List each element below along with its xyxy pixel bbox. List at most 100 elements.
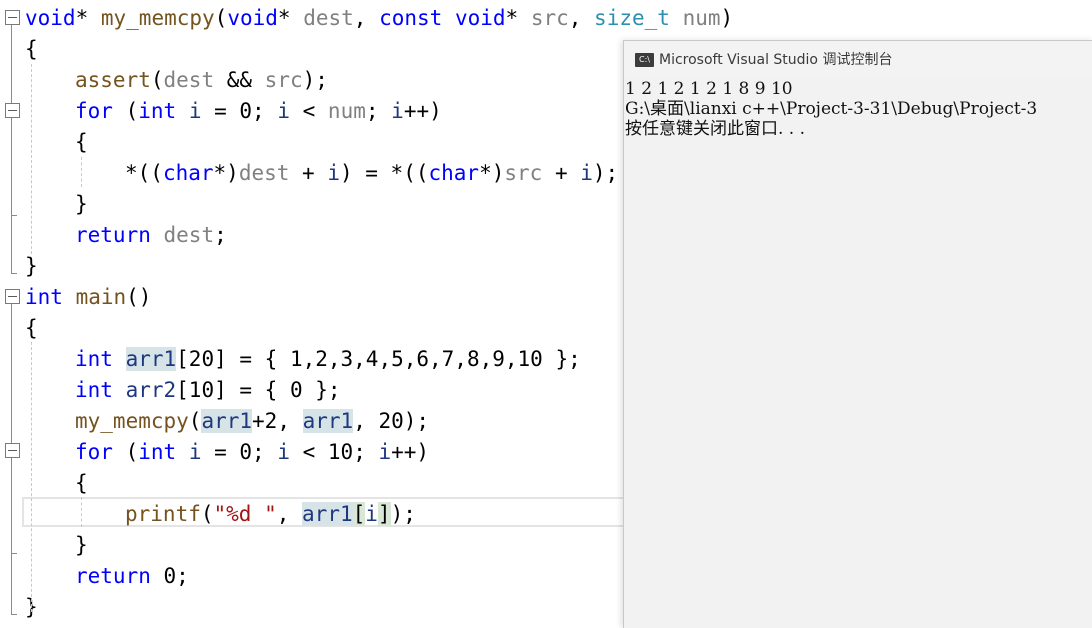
code-text: for (int i = 0; i < num; i++): [75, 96, 442, 127]
code-token: );: [302, 68, 328, 92]
console-output-line: 1 2 1 2 1 2 1 8 9 10: [625, 79, 793, 99]
code-token: (: [125, 440, 139, 464]
code-token: dest: [163, 223, 215, 247]
code-token: void: [25, 6, 76, 30]
code-token: arr1: [125, 347, 177, 371]
code-token: assert: [75, 68, 151, 92]
code-token: my_memcpy: [100, 6, 215, 30]
code-token: return: [75, 564, 164, 588]
code-token: const: [379, 6, 455, 30]
outline-line: [11, 458, 12, 550]
code-token: &&: [214, 68, 265, 92]
code-token: {: [75, 471, 88, 495]
code-token: ): [720, 6, 734, 30]
code-text: {: [75, 127, 88, 158]
code-token: {: [25, 37, 38, 61]
code-token: [: [352, 502, 366, 526]
code-text: return dest;: [75, 220, 227, 251]
console-app-icon: C:\: [635, 53, 654, 67]
code-text: }: [75, 189, 88, 220]
code-text: int main(): [25, 282, 151, 313]
code-token: char: [162, 161, 214, 185]
code-token: "%d ": [213, 502, 277, 526]
outline-tick: [11, 553, 17, 554]
console-output-line: 按任意键关闭此窗口. . .: [625, 119, 806, 139]
outline-tick: [11, 273, 17, 274]
code-token: int: [75, 347, 126, 371]
indent-guide: [81, 497, 82, 527]
code-text: printf("%d ", arr1[i]);: [125, 499, 416, 530]
code-token: (: [188, 409, 202, 433]
code-token: i: [277, 99, 303, 123]
code-token: main: [75, 285, 127, 309]
code-token: num: [682, 6, 721, 30]
console-titlebar[interactable]: C:\ Microsoft Visual Studio 调试控制台: [624, 41, 1092, 78]
code-token: i: [188, 99, 215, 123]
code-token: int: [138, 440, 189, 464]
code-token: return: [75, 223, 164, 247]
code-token: arr1: [302, 409, 354, 433]
code-token: dest: [163, 68, 215, 92]
code-token: ,: [353, 6, 380, 30]
code-token: , 20);: [353, 409, 430, 433]
code-token: = 0;: [214, 99, 278, 123]
code-text: }: [25, 251, 38, 282]
code-token: = 0;: [214, 440, 278, 464]
collapse-toggle-function[interactable]: [5, 10, 20, 25]
code-token: +: [554, 161, 581, 185]
code-text: int arr1[20] = { 1,2,3,4,5,6,7,8,9,10 };: [75, 344, 581, 375]
code-token: ) = *((: [339, 161, 429, 185]
indent-guide: [31, 64, 32, 254]
code-text: {: [25, 34, 38, 65]
code-text: my_memcpy(arr1+2, arr1, 20);: [75, 406, 429, 437]
code-token: int: [138, 99, 189, 123]
code-line[interactable]: void* my_memcpy(void* dest, const void* …: [0, 3, 1092, 34]
code-token: size_t: [594, 6, 683, 30]
code-token: i: [580, 161, 593, 185]
collapse-toggle-for-loop[interactable]: [5, 103, 20, 118]
code-token: );: [390, 502, 416, 526]
code-text: }: [75, 530, 88, 561]
code-token: (: [200, 502, 214, 526]
code-token: *: [277, 6, 304, 30]
debug-console-window[interactable]: C:\ Microsoft Visual Studio 调试控制台 1 2 1 …: [623, 40, 1092, 628]
code-token: *: [75, 6, 101, 30]
code-token: [20] = { 1,2,3,4,5,6,7,8,9,10 };: [176, 347, 581, 371]
code-token: int: [25, 285, 76, 309]
code-token: src: [530, 6, 569, 30]
code-token: void: [454, 6, 506, 30]
code-token: );: [592, 161, 619, 185]
code-token: ]: [377, 502, 391, 526]
collapse-toggle-for-loop-main[interactable]: [5, 443, 20, 458]
code-token: i: [277, 440, 303, 464]
code-token: arr2: [125, 378, 177, 402]
code-token: *: [505, 6, 531, 30]
indent-guide: [31, 342, 32, 612]
code-token: ,: [276, 502, 303, 526]
code-token: src: [504, 161, 555, 185]
outline-tick: [11, 614, 17, 615]
code-token: (): [126, 285, 152, 309]
collapse-toggle-main[interactable]: [5, 289, 20, 304]
code-token: my_memcpy: [75, 409, 189, 433]
code-token: arr1: [201, 409, 253, 433]
code-text: for (int i = 0; i < 10; i++): [75, 437, 429, 468]
code-text: int arr2[10] = { 0 };: [75, 375, 341, 406]
code-token: dest: [238, 161, 303, 185]
console-output-area[interactable]: 1 2 1 2 1 2 1 8 9 10 G:\桌面\lianxi c++\Pr…: [624, 78, 1092, 628]
code-token: for: [75, 99, 126, 123]
outline-tick: [11, 215, 17, 216]
outline-line: [11, 118, 12, 210]
code-token: *): [479, 161, 505, 185]
code-token: src: [264, 68, 303, 92]
code-token: (: [214, 6, 228, 30]
code-token: {: [25, 316, 38, 340]
code-token: (: [125, 99, 139, 123]
code-token: i: [391, 99, 404, 123]
code-token: i: [365, 502, 378, 526]
code-text: return 0;: [75, 561, 189, 592]
code-text: {: [75, 468, 88, 499]
code-text: {: [25, 313, 38, 344]
code-token: ;: [365, 99, 392, 123]
code-token: <: [302, 99, 328, 123]
